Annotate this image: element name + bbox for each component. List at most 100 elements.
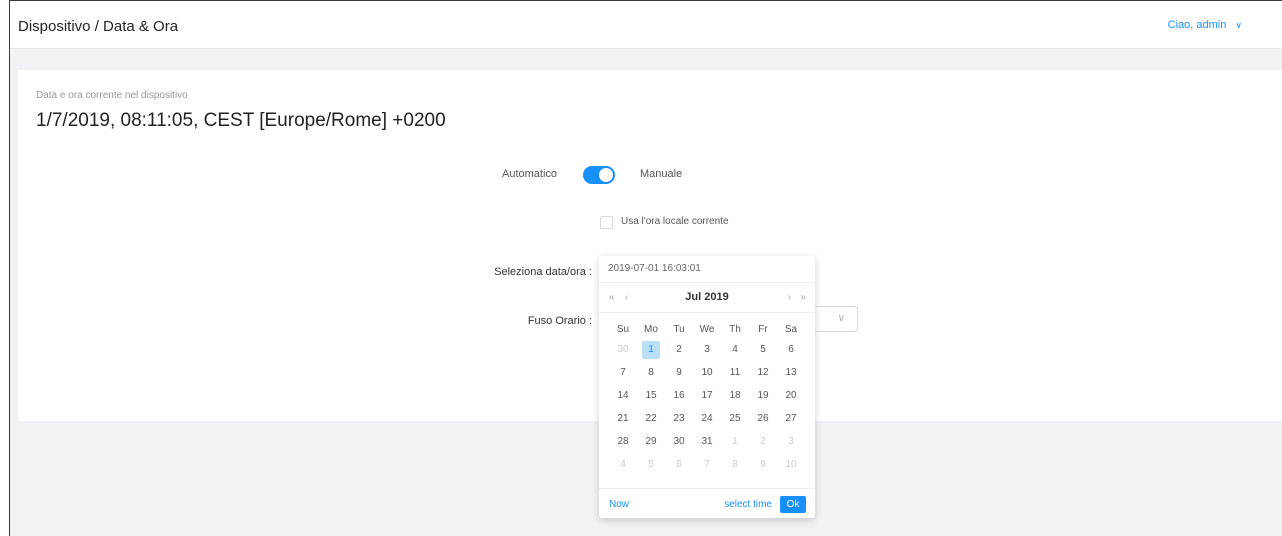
calendar-day[interactable]: 5 [749,341,777,364]
calendar-day[interactable]: 7 [609,364,637,387]
next-year-icon[interactable]: » [800,292,806,303]
day-number: 23 [673,413,685,424]
calendar-day[interactable]: 25 [721,410,749,433]
day-number: 6 [676,459,682,470]
day-number: 25 [729,413,741,424]
calendar-day[interactable]: 24 [693,410,721,433]
day-number: 20 [785,390,797,401]
now-link[interactable]: Now [609,499,629,510]
current-datetime-value: 1/7/2019, 08:11:05, CEST [Europe/Rome] +… [36,110,446,131]
mode-toggle-switch[interactable] [583,166,615,184]
calendar-day[interactable]: 9 [665,364,693,387]
day-number: 8 [648,367,654,378]
weekday-header-row: Su Mo Tu We Th Fr Sa [609,321,805,341]
day-number: 14 [617,390,629,401]
calendar-day[interactable]: 21 [609,410,637,433]
calendar-day[interactable]: 10 [777,456,805,479]
calendar-day[interactable]: 17 [693,387,721,410]
day-number: 22 [645,413,657,424]
calendar-week-row: 7 8 9 10 11 12 13 [609,364,805,387]
calendar-day[interactable]: 30 [609,341,637,364]
day-number: 18 [729,390,741,401]
calendar-day[interactable]: 27 [777,410,805,433]
month-title[interactable]: Jul 2019 [599,291,815,303]
day-number: 31 [701,436,713,447]
day-number: 11 [729,367,741,378]
use-local-time-checkbox[interactable] [600,216,613,229]
calendar-day[interactable]: 18 [721,387,749,410]
day-number: 2 [760,436,766,447]
day-number: 27 [785,413,797,424]
calendar-day[interactable]: 31 [693,433,721,456]
calendar-day[interactable]: 19 [749,387,777,410]
toggle-knob [599,168,613,182]
calendar-day[interactable]: 5 [637,456,665,479]
day-number: 7 [704,459,710,470]
calendar-day[interactable]: 29 [637,433,665,456]
weekday-label: Sa [784,324,798,335]
day-number: 19 [757,390,769,401]
calendar-day[interactable]: 3 [693,341,721,364]
calendar-day[interactable]: 6 [777,341,805,364]
calendar-day[interactable]: 3 [777,433,805,456]
user-menu-label: Ciao, admin [1167,19,1227,31]
calendar-day[interactable]: 6 [665,456,693,479]
calendar-day[interactable]: 2 [749,433,777,456]
picker-datetime-input[interactable]: 2019-07-01 16:03:01 [599,256,815,283]
timezone-select[interactable]: ∨ [813,306,858,332]
day-number: 10 [785,459,797,470]
window-margin [0,0,9,536]
calendar-week-row: 30 1 2 3 4 5 6 [609,341,805,364]
calendar-day[interactable]: 11 [721,364,749,387]
calendar-day[interactable]: 9 [749,456,777,479]
day-number: 24 [701,413,713,424]
day-number: 6 [788,344,794,355]
day-number: 9 [760,459,766,470]
day-number: 29 [645,436,657,447]
calendar-day[interactable]: 28 [609,433,637,456]
calendar-day[interactable]: 4 [609,456,637,479]
mode-automatic-label: Automatico [502,168,558,180]
day-number: 28 [617,436,629,447]
weekday-label: Tu [673,324,685,335]
chevron-down-icon: ∨ [837,313,845,324]
calendar-day[interactable]: 4 [721,341,749,364]
use-local-time-label[interactable]: Usa l'ora locale corrente [621,216,729,227]
calendar-day[interactable]: 14 [609,387,637,410]
picker-header: « ‹ Jul 2019 › » [599,283,815,313]
weekday-label: Su [616,324,630,335]
weekday-label: Mo [644,324,658,335]
mode-switch-row: Automatico Manuale [18,164,1282,190]
day-number: 2 [676,344,682,355]
select-time-link[interactable]: select time [724,499,772,510]
calendar-day[interactable]: 23 [665,410,693,433]
weekday-label: Th [729,324,741,335]
user-menu[interactable]: Ciao, admin ∨ [1168,19,1242,31]
calendar-day[interactable]: 16 [665,387,693,410]
calendar-day[interactable]: 8 [637,364,665,387]
calendar-day[interactable]: 26 [749,410,777,433]
weekday-label: We [699,324,715,335]
calendar-day[interactable]: 2 [665,341,693,364]
calendar-day[interactable]: 8 [721,456,749,479]
day-number: 21 [617,413,629,424]
calendar-day[interactable]: 20 [777,387,805,410]
day-number: 4 [732,344,738,355]
calendar-day[interactable]: 12 [749,364,777,387]
datetime-picker-popup: 2019-07-01 16:03:01 « ‹ Jul 2019 › » Su … [599,256,815,518]
calendar-day[interactable]: 15 [637,387,665,410]
ok-button[interactable]: Ok [780,496,806,513]
calendar-day[interactable]: 13 [777,364,805,387]
calendar-day[interactable]: 1 [721,433,749,456]
day-number: 10 [701,367,713,378]
day-number: 13 [785,367,797,378]
day-number: 15 [645,390,657,401]
calendar-day[interactable]: 7 [693,456,721,479]
next-month-icon[interactable]: › [788,292,791,303]
chevron-down-icon: ∨ [1235,20,1242,30]
calendar-day[interactable]: 22 [637,410,665,433]
calendar-day-selected[interactable]: 1 [637,341,665,364]
calendar-day[interactable]: 10 [693,364,721,387]
calendar-day[interactable]: 30 [665,433,693,456]
day-number: 5 [760,344,766,355]
